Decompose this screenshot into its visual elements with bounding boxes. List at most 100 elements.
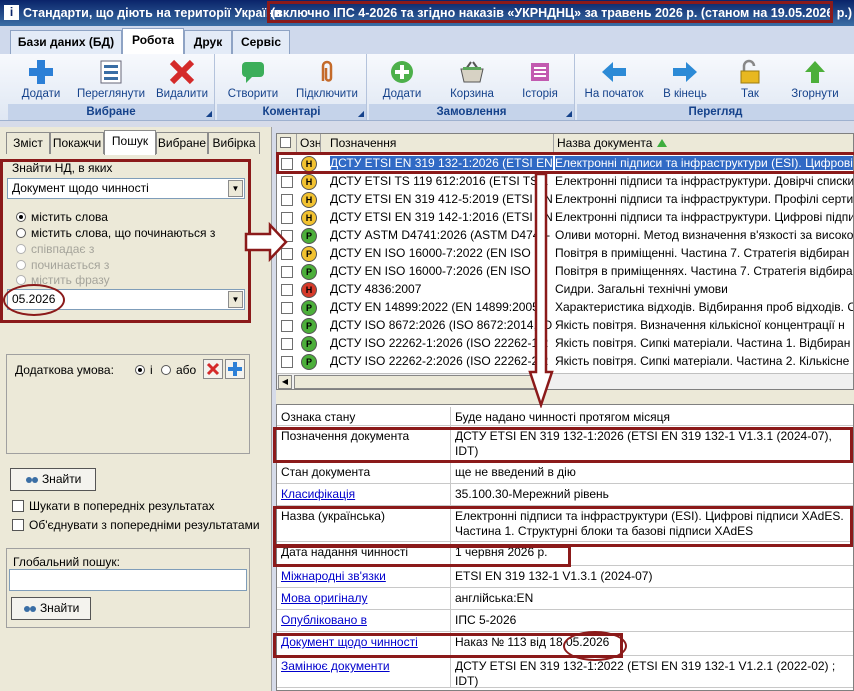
doc-field-value: Документ щодо чинності bbox=[12, 181, 149, 195]
tab-favorites[interactable]: Вибране bbox=[156, 132, 208, 154]
remove-condition-button[interactable] bbox=[203, 359, 223, 379]
col-status[interactable]: Озн bbox=[297, 134, 321, 153]
fav-delete-button[interactable]: Видалити bbox=[154, 58, 210, 100]
row-checkbox[interactable] bbox=[281, 356, 293, 368]
details-value: ETSI EN 319 132-1 V1.3.1 (2024-07) bbox=[455, 569, 653, 583]
radio-words-starting[interactable]: містить слова, що починаються з bbox=[16, 226, 215, 240]
status-badge: Р bbox=[301, 246, 317, 262]
fav-add-button[interactable]: Додати bbox=[14, 58, 68, 100]
select-all-checkbox[interactable] bbox=[280, 137, 291, 148]
tab-service[interactable]: Сервіс bbox=[232, 30, 290, 54]
splitter[interactable] bbox=[276, 390, 854, 404]
order-cart-button[interactable]: Корзина bbox=[441, 58, 503, 100]
chevron-down-icon[interactable]: ▼ bbox=[228, 180, 243, 197]
details-label: Ознака стану bbox=[277, 407, 451, 425]
col-check[interactable] bbox=[277, 134, 297, 153]
tab-index[interactable]: Покажчи bbox=[50, 132, 104, 154]
tab-print[interactable]: Друк bbox=[184, 30, 232, 54]
scroll-thumb[interactable] bbox=[294, 375, 544, 389]
table-row[interactable]: Р ДСТУ ISO 22262-2:2026 (ISO 22262-2:2 Які… bbox=[277, 353, 853, 371]
row-checkbox[interactable] bbox=[281, 194, 293, 206]
add-circle-icon bbox=[391, 61, 413, 83]
details-label[interactable]: Документ щодо чинності bbox=[277, 632, 451, 655]
view-last-button[interactable]: В кінець bbox=[655, 58, 715, 100]
tab-contents[interactable]: Зміст bbox=[6, 132, 50, 154]
radio-and[interactable]: і bbox=[135, 363, 153, 377]
global-search-input[interactable] bbox=[9, 569, 247, 591]
designation-cell: ДСТУ ASTM D4741:2026 (ASTM D4741- bbox=[330, 228, 551, 242]
row-checkbox[interactable] bbox=[281, 266, 293, 278]
checkbox-box bbox=[12, 500, 24, 512]
table-row[interactable]: Р ДСТУ ISO 8672:2026 (ISO 8672:2014, ID Як… bbox=[277, 317, 853, 335]
window-title: Стандарти, що діють на території України bbox=[23, 6, 282, 20]
checkbox-merge-prev[interactable]: Об'єднувати з попередніми результатами bbox=[12, 518, 260, 532]
fav-delete-label: Видалити bbox=[155, 88, 209, 100]
table-row[interactable]: Н ДСТУ ETSI EN 319 142-1:2016 (ETSI EN Еле… bbox=[277, 209, 853, 227]
find-button[interactable]: Знайти bbox=[10, 468, 96, 491]
tab-work[interactable]: Робота bbox=[122, 28, 184, 54]
horizontal-scrollbar[interactable]: ◀ bbox=[277, 373, 853, 389]
radio-label: або bbox=[176, 363, 197, 377]
radio-contains-words[interactable]: містить слова bbox=[16, 210, 108, 224]
order-add-button[interactable]: Додати bbox=[373, 58, 431, 100]
table-row[interactable]: Р ДСТУ EN ISO 16000-7:2022 (EN ISO 16 Пові… bbox=[277, 245, 853, 263]
status-badge: Р bbox=[301, 354, 317, 370]
view-collapse-button[interactable]: Згорнути bbox=[783, 58, 847, 100]
radio-dot bbox=[135, 365, 145, 375]
checkbox-label: Шукати в попередніх результатах bbox=[29, 499, 215, 513]
checkbox-search-prev[interactable]: Шукати в попередніх результатах bbox=[12, 499, 215, 513]
comment-create-button[interactable]: Створити bbox=[223, 58, 283, 100]
fav-view-button[interactable]: Переглянути bbox=[74, 58, 148, 100]
padlock-open-icon bbox=[740, 59, 760, 84]
tab-databases[interactable]: Бази даних (БД) bbox=[10, 30, 122, 54]
table-row[interactable]: Н ДСТУ ETSI EN 319 412-5:2019 (ETSI EN Еле… bbox=[277, 191, 853, 209]
details-label[interactable]: Опубліковано в bbox=[277, 610, 451, 631]
title-bar: i Стандарти, що діють на території Украї… bbox=[0, 0, 854, 26]
row-checkbox[interactable] bbox=[281, 176, 293, 188]
table-row[interactable]: Р ДСТУ EN 14899:2022 (EN 14899:2005, Харак… bbox=[277, 299, 853, 317]
radio-or[interactable]: або bbox=[161, 363, 196, 377]
row-checkbox[interactable] bbox=[281, 320, 293, 332]
row-checkbox[interactable] bbox=[281, 302, 293, 314]
view-first-button[interactable]: На початок bbox=[579, 58, 649, 100]
col-name[interactable]: Назва документа bbox=[554, 134, 853, 153]
row-checkbox[interactable] bbox=[281, 158, 293, 170]
view-yes-label: Так bbox=[741, 88, 759, 100]
comment-attach-button[interactable]: Підключити bbox=[291, 58, 363, 100]
table-row[interactable]: Р ДСТУ EN ISO 16000-7:2026 (EN ISO 16 Пові… bbox=[277, 263, 853, 281]
tab-selection[interactable]: Вибірка bbox=[208, 132, 260, 154]
details-label[interactable]: Мова оригіналу bbox=[277, 588, 451, 609]
table-row[interactable]: Р ДСТУ ASTM D4741:2026 (ASTM D4741- Оливи … bbox=[277, 227, 853, 245]
tab-search[interactable]: Пошук bbox=[104, 130, 156, 155]
group-launcher-icon[interactable]: ◢ bbox=[358, 109, 364, 118]
table-row[interactable]: Н ДСТУ ETSI TS 119 612:2016 (ETSI TS 1 Еле… bbox=[277, 173, 853, 191]
group-view-title: Перегляд bbox=[577, 104, 854, 120]
search-value-input[interactable]: 05.2026 ▼ bbox=[7, 289, 245, 310]
table-row[interactable]: Н ДСТУ ETSI EN 319 132-1:2026 (ETSI EN Еле… bbox=[277, 155, 853, 173]
chevron-down-icon[interactable]: ▼ bbox=[228, 291, 243, 308]
global-find-button[interactable]: Знайти bbox=[11, 597, 91, 620]
row-checkbox[interactable] bbox=[281, 338, 293, 350]
table-row[interactable]: Р ДСТУ ISO 22262-1:2026 (ISO 22262-1:2 Які… bbox=[277, 335, 853, 353]
doc-field-select[interactable]: Документ щодо чинності ▼ bbox=[7, 178, 245, 199]
order-history-button[interactable]: Історія bbox=[511, 58, 569, 100]
details-label[interactable]: Замінює документи bbox=[277, 656, 451, 687]
col-designation[interactable]: Позначення bbox=[327, 134, 554, 153]
scroll-left-icon[interactable]: ◀ bbox=[278, 375, 292, 389]
status-badge: Н bbox=[301, 156, 317, 172]
details-label[interactable]: Класифікація bbox=[277, 484, 451, 505]
find-label: Знайти НД, в яких bbox=[12, 161, 113, 175]
details-label[interactable]: Міжнародні зв'язки bbox=[277, 566, 451, 587]
radio-dot bbox=[16, 212, 26, 222]
view-yes-button[interactable]: Так bbox=[725, 58, 775, 100]
group-launcher-icon[interactable]: ◢ bbox=[566, 109, 572, 118]
add-condition-button[interactable] bbox=[225, 359, 245, 379]
radio-label: містить фразу bbox=[31, 273, 110, 287]
group-launcher-icon[interactable]: ◢ bbox=[206, 109, 212, 118]
table-row[interactable]: Н ДСТУ 4836:2007 Сидри. Загальні технічні … bbox=[277, 281, 853, 299]
history-icon bbox=[531, 63, 549, 81]
row-checkbox[interactable] bbox=[281, 284, 293, 296]
status-badge: Р bbox=[301, 300, 317, 316]
details-row: Позначення документа ДСТУ ETSI EN 319 132… bbox=[277, 426, 853, 462]
status-badge: Р bbox=[301, 264, 317, 280]
